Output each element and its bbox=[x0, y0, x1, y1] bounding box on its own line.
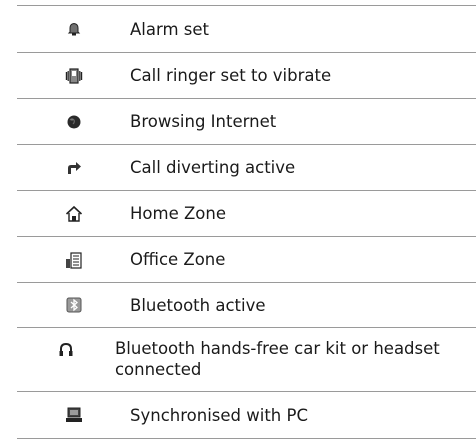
table-row: Synchronised with PC bbox=[17, 392, 476, 439]
alarm-icon bbox=[17, 21, 130, 37]
row-label: Bluetooth active bbox=[130, 295, 266, 315]
table-row: Alarm set bbox=[17, 6, 476, 53]
row-label: Browsing Internet bbox=[130, 112, 277, 131]
office-zone-icon bbox=[17, 251, 130, 269]
bluetooth-icon bbox=[17, 297, 130, 313]
row-label: Alarm set bbox=[130, 19, 210, 39]
home-zone-icon bbox=[17, 205, 130, 223]
call-divert-icon bbox=[17, 160, 130, 176]
table-row: Call ringer set to vibrate bbox=[17, 53, 476, 99]
row-label: Call diverting active bbox=[130, 158, 296, 177]
vibrate-icon bbox=[17, 67, 130, 85]
headset-icon bbox=[17, 328, 115, 358]
row-label: Office Zone bbox=[130, 250, 226, 269]
table-row: Office Zone bbox=[17, 237, 476, 283]
row-label: Home Zone bbox=[130, 204, 226, 223]
status-icon-table: Alarm set Call ringer set to vibrate Bro… bbox=[17, 5, 476, 439]
row-label: Bluetooth hands-free car kit or headset … bbox=[114, 339, 440, 379]
table-row: Home Zone bbox=[17, 191, 476, 237]
pc-sync-icon bbox=[17, 407, 130, 423]
table-row: Browsing Internet bbox=[17, 99, 476, 145]
internet-globe-icon bbox=[17, 114, 130, 130]
table-row: Bluetooth active bbox=[17, 283, 476, 328]
row-label: Call ringer set to vibrate bbox=[130, 66, 332, 85]
table-row: Call diverting active bbox=[17, 145, 476, 191]
row-label: Synchronised with PC bbox=[130, 405, 308, 425]
table-row: Bluetooth hands-free car kit or headset … bbox=[17, 328, 476, 392]
